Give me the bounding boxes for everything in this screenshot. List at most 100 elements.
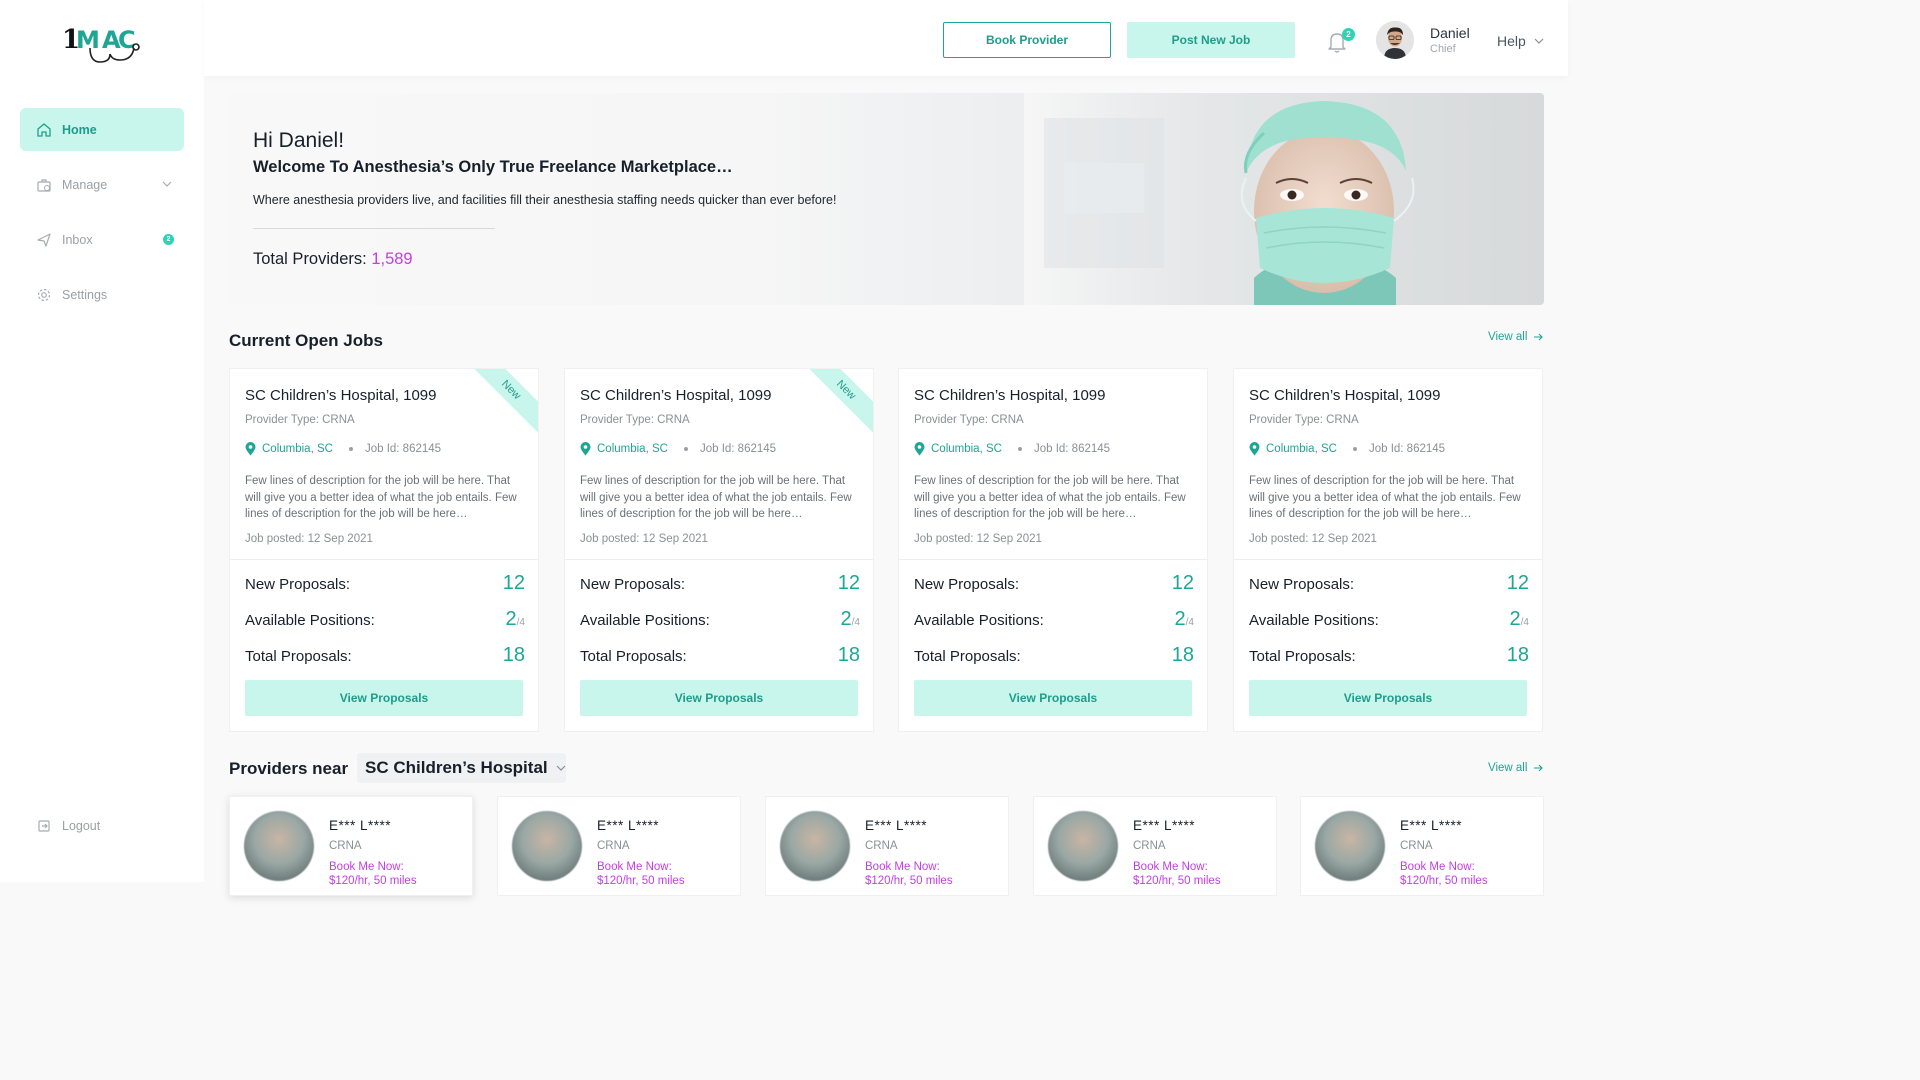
sidebar-item-inbox[interactable]: Inbox 2	[20, 218, 184, 261]
provider-rate: $120/hr, 50 miles	[865, 875, 953, 887]
provider-card[interactable]: E*** L**** CRNA Book Me Now: $120/hr, 50…	[1033, 796, 1277, 896]
sidebar-item-home[interactable]: Home	[20, 108, 184, 151]
provider-card[interactable]: E*** L**** CRNA Book Me Now: $120/hr, 50…	[229, 796, 473, 896]
job-location-row: Columbia, SC Job Id: 862145	[1249, 442, 1445, 456]
book-me-now[interactable]: Book Me Now: $120/hr, 50 miles	[865, 860, 953, 888]
help-label: Help	[1497, 33, 1526, 49]
provider-type: CRNA	[329, 840, 362, 852]
provider-name: E*** L****	[1133, 818, 1196, 833]
new-ribbon: New	[464, 369, 538, 437]
divider	[230, 559, 538, 560]
briefcase-icon	[36, 177, 52, 193]
available-positions-count: 2/4	[1509, 608, 1529, 630]
new-proposals-row: New Proposals: 12	[914, 572, 1194, 595]
job-title[interactable]: SC Children’s Hospital, 1099	[1249, 387, 1441, 404]
provider-card[interactable]: E*** L**** CRNA Book Me Now: $120/hr, 50…	[497, 796, 741, 896]
provider-card[interactable]: E*** L**** CRNA Book Me Now: $120/hr, 50…	[1300, 796, 1544, 896]
job-card[interactable]: New SC Children’s Hospital, 1099 Provide…	[564, 368, 874, 732]
avatar	[512, 811, 582, 881]
available-positions-count: 2/4	[840, 608, 860, 630]
provider-rate: $120/hr, 50 miles	[597, 875, 685, 887]
total-proposals-row: Total Proposals: 18	[580, 644, 860, 667]
total-proposals-row: Total Proposals: 18	[245, 644, 525, 667]
total-proposals-label: Total Proposals:	[914, 648, 1021, 665]
provider-name: E*** L****	[1400, 818, 1463, 833]
logout-button[interactable]: Logout	[20, 806, 184, 846]
separator-dot	[348, 447, 353, 451]
provider-type: Provider Type: CRNA	[1249, 414, 1359, 426]
view-proposals-button[interactable]: View Proposals	[914, 680, 1192, 716]
job-card[interactable]: SC Children’s Hospital, 1099 Provider Ty…	[898, 368, 1208, 732]
new-proposals-label: New Proposals:	[914, 576, 1020, 593]
available-positions-row: Available Positions: 2/4	[914, 608, 1194, 631]
job-location-row: Columbia, SC Job Id: 862145	[914, 442, 1110, 456]
avatar[interactable]	[1376, 21, 1414, 59]
gear-icon	[36, 287, 52, 303]
job-title[interactable]: SC Children’s Hospital, 1099	[914, 387, 1106, 404]
divider	[1234, 559, 1542, 560]
provider-type: Provider Type: CRNA	[580, 414, 690, 426]
available-positions-label: Available Positions:	[245, 612, 375, 629]
job-title[interactable]: SC Children’s Hospital, 1099	[580, 387, 772, 404]
new-proposals-count: 12	[837, 572, 860, 594]
post-new-job-button[interactable]: Post New Job	[1127, 22, 1295, 58]
avatar	[1315, 811, 1385, 881]
sidebar-item-manage[interactable]: Manage	[20, 163, 184, 206]
total-proposals-count: 18	[502, 644, 525, 666]
sidebar-nav: Home Manage Inbox 2 Settings	[20, 108, 184, 328]
home-icon	[36, 122, 52, 138]
job-card[interactable]: New SC Children’s Hospital, 1099 Provide…	[229, 368, 539, 732]
help-menu[interactable]: Help	[1497, 33, 1544, 49]
facility-select[interactable]: SC Children’s Hospital	[357, 753, 566, 783]
divider	[253, 228, 495, 229]
book-provider-button[interactable]: Book Provider	[943, 22, 1111, 58]
job-location-row: Columbia, SC Job Id: 862145	[245, 442, 441, 456]
book-me-now-label: Book Me Now:	[1400, 861, 1475, 873]
job-title[interactable]: SC Children’s Hospital, 1099	[245, 387, 437, 404]
new-proposals-label: New Proposals:	[245, 576, 351, 593]
view-proposals-button[interactable]: View Proposals	[245, 680, 523, 716]
total-proposals-count: 18	[1171, 644, 1194, 666]
location-pin-icon	[1249, 442, 1260, 456]
provider-type: Provider Type: CRNA	[245, 414, 355, 426]
book-me-now-label: Book Me Now:	[597, 861, 672, 873]
job-location: Columbia, SC	[262, 443, 333, 455]
avatar	[1048, 811, 1118, 881]
logout-icon	[36, 818, 52, 834]
job-card[interactable]: SC Children’s Hospital, 1099 Provider Ty…	[1233, 368, 1543, 732]
brand-logo[interactable]: 1 M A C	[60, 18, 144, 68]
user-name: Daniel	[1430, 25, 1470, 41]
book-me-now[interactable]: Book Me Now: $120/hr, 50 miles	[1400, 860, 1488, 888]
view-proposals-button[interactable]: View Proposals	[580, 680, 858, 716]
provider-type: CRNA	[865, 840, 898, 852]
total-providers-label: Total Providers:	[253, 250, 367, 268]
view-all-jobs-link[interactable]: View all	[1488, 331, 1544, 343]
book-me-now[interactable]: Book Me Now: $120/hr, 50 miles	[597, 860, 685, 888]
provider-rate: $120/hr, 50 miles	[1133, 875, 1221, 887]
view-all-label: View all	[1488, 331, 1528, 343]
top-bar: Book Provider Post New Job 2 Daniel Chie…	[204, 0, 1568, 76]
total-providers: Total Providers: 1,589	[253, 250, 413, 269]
job-description: Few lines of description for the job wil…	[245, 475, 517, 520]
sidebar-item-label: Home	[62, 122, 97, 137]
book-me-now[interactable]: Book Me Now: $120/hr, 50 miles	[329, 860, 417, 888]
provider-name: E*** L****	[597, 818, 660, 833]
provider-card[interactable]: E*** L**** CRNA Book Me Now: $120/hr, 50…	[765, 796, 1009, 896]
job-location-row: Columbia, SC Job Id: 862145	[580, 442, 776, 456]
provider-rate: $120/hr, 50 miles	[329, 875, 417, 887]
section-title-open-jobs: Current Open Jobs	[229, 331, 383, 350]
send-icon	[36, 232, 52, 248]
sidebar-item-settings[interactable]: Settings	[20, 273, 184, 316]
book-me-now[interactable]: Book Me Now: $120/hr, 50 miles	[1133, 860, 1221, 888]
sidebar-item-label: Inbox	[62, 232, 93, 247]
job-id: Job Id: 862145	[1033, 443, 1111, 455]
arrow-right-icon	[1534, 333, 1544, 341]
total-proposals-label: Total Proposals:	[1249, 648, 1356, 665]
view-proposals-button[interactable]: View Proposals	[1249, 680, 1527, 716]
view-all-providers-link[interactable]: View all	[1488, 762, 1544, 774]
provider-rate: $120/hr, 50 miles	[1400, 875, 1488, 887]
book-me-now-label: Book Me Now:	[865, 861, 940, 873]
job-location: Columbia, SC	[931, 443, 1002, 455]
provider-name: E*** L****	[329, 818, 392, 833]
avatar	[244, 811, 314, 881]
